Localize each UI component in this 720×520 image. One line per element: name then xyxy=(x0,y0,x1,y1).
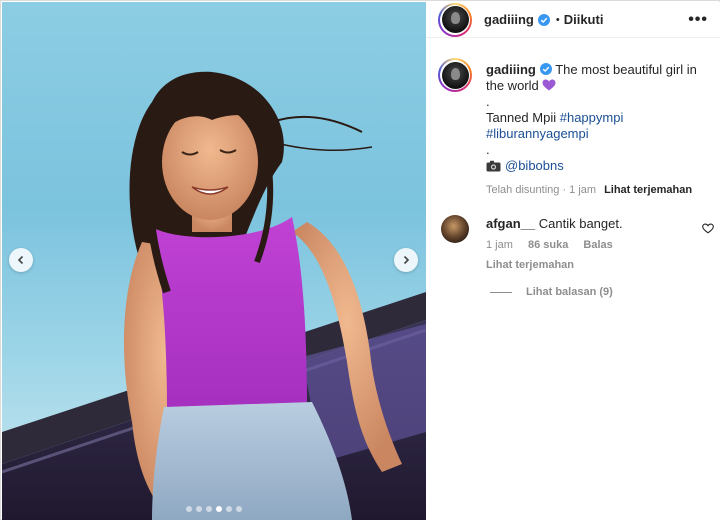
comment-item: afgan__ Cantik banget. 1 jam 86 suka Bal… xyxy=(438,214,714,271)
caption-text2: Tanned Mpii xyxy=(486,110,557,125)
caption-dot-2: . xyxy=(486,142,490,157)
header-separator: • xyxy=(555,13,560,26)
carousel-dot xyxy=(226,506,232,512)
caption-username[interactable]: gadiiing xyxy=(486,62,536,77)
photo-scene xyxy=(2,71,426,520)
comment-username[interactable]: afgan__ xyxy=(486,216,535,231)
carousel-dot xyxy=(206,506,212,512)
verified-badge-icon xyxy=(537,13,550,26)
mention-bibobns[interactable]: @bibobns xyxy=(505,158,564,173)
comment-avatar[interactable] xyxy=(441,215,469,243)
caption-avatar[interactable] xyxy=(438,58,472,92)
chevron-right-icon xyxy=(403,255,410,265)
comment-time: 1 jam xyxy=(486,239,513,251)
header-username[interactable]: gadiiing xyxy=(484,12,534,27)
caption-meta: Telah disunting · 1 jam Lihat terjemahan xyxy=(486,184,708,196)
replies-divider xyxy=(490,291,512,293)
edited-time: Telah disunting · 1 jam xyxy=(486,184,597,196)
post-caption: gadiiing The most beautiful girl in the … xyxy=(438,58,708,196)
camera-icon xyxy=(486,160,501,172)
hashtag-liburannyagempi[interactable]: #liburannyagempi xyxy=(486,126,708,142)
carousel-dot xyxy=(236,506,242,512)
carousel-next-button[interactable] xyxy=(394,248,418,272)
comment-translate-link[interactable]: Lihat terjemahan xyxy=(486,259,714,271)
post-photo[interactable] xyxy=(2,2,426,520)
comment-reply-button[interactable]: Balas xyxy=(583,239,612,251)
view-replies-button[interactable]: Lihat balasan (9) xyxy=(490,286,613,298)
purple-heart-icon xyxy=(542,79,556,91)
carousel-indicator xyxy=(2,506,426,512)
hashtag-happympi[interactable]: #happympi xyxy=(560,110,624,125)
comment-meta: 1 jam 86 suka Balas xyxy=(486,239,714,251)
more-options-icon[interactable]: ••• xyxy=(688,11,708,29)
post-modal: gadiiing • Diikuti ••• gadiiing The most… xyxy=(0,0,720,520)
post-header: gadiiing • Diikuti ••• xyxy=(426,2,720,38)
caption-translate-link[interactable]: Lihat terjemahan xyxy=(604,184,692,196)
follow-status-button[interactable]: Diikuti xyxy=(564,12,604,27)
view-replies-label[interactable]: Lihat balasan (9) xyxy=(526,286,613,298)
avatar[interactable] xyxy=(438,2,472,37)
carousel-dot xyxy=(216,506,222,512)
like-heart-icon[interactable] xyxy=(702,223,714,234)
chevron-left-icon xyxy=(17,255,24,265)
comment-text: Cantik banget. xyxy=(538,216,623,231)
carousel-dot xyxy=(186,506,192,512)
caption-dot-1: . xyxy=(486,94,490,109)
post-side-panel: gadiiing • Diikuti ••• gadiiing The most… xyxy=(426,2,720,520)
verified-badge-icon xyxy=(539,63,552,75)
comment-likes[interactable]: 86 suka xyxy=(528,239,568,251)
carousel-dot xyxy=(196,506,202,512)
carousel-prev-button[interactable] xyxy=(9,248,33,272)
